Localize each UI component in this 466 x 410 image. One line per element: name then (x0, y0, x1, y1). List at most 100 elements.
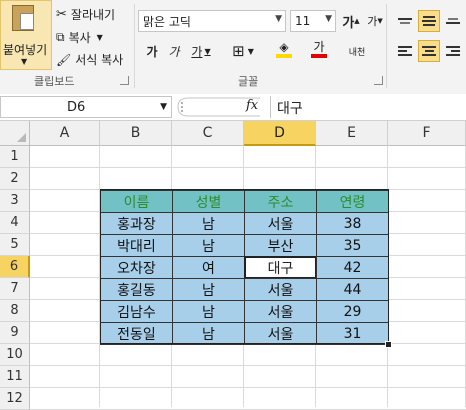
row-header-1[interactable]: 1 (0, 146, 30, 168)
chevron-down-icon: ▼ (247, 46, 254, 56)
table-cell[interactable]: 김남수 (100, 300, 173, 323)
row-header-2[interactable]: 2 (0, 168, 30, 190)
grow-font-button[interactable]: 가 ▲ (340, 10, 362, 32)
column-header-b[interactable]: B (100, 121, 172, 146)
column-header-a[interactable]: A (30, 121, 100, 146)
shrink-font-button[interactable]: 가 ▼ (364, 10, 386, 32)
active-cell[interactable]: 대구 (244, 256, 317, 279)
align-right-button[interactable] (442, 40, 464, 62)
chevron-down-icon: ▼ (325, 14, 332, 24)
format-painter-label: 서식 복사 (75, 53, 124, 67)
table-cell[interactable]: 남 (172, 322, 245, 345)
column-header-e[interactable]: E (316, 121, 388, 146)
chevron-down-icon: ▼ (204, 46, 211, 56)
table-cell[interactable]: 홍길동 (100, 278, 173, 301)
bold-button[interactable]: 가 (142, 40, 162, 62)
font-color-label: 가 (313, 40, 325, 54)
table-cell[interactable]: 서울 (244, 300, 317, 323)
table-cell[interactable]: 서울 (244, 278, 317, 301)
table-cell[interactable]: 여 (172, 256, 245, 279)
align-top-button[interactable] (394, 10, 416, 32)
formula-input[interactable]: 대구 (270, 96, 466, 118)
table-cell[interactable]: 전동일 (100, 322, 173, 345)
gridline (30, 365, 466, 366)
clipboard-launcher-icon[interactable] (120, 76, 129, 85)
table-header-cell[interactable]: 연령 (316, 190, 389, 213)
insert-function-icon[interactable]: fx (246, 98, 258, 113)
column-header-c[interactable]: C (172, 121, 244, 146)
font-color-button[interactable]: 가 (302, 38, 336, 60)
table-cell[interactable]: 남 (172, 278, 245, 301)
column-header-f[interactable]: F (388, 121, 466, 146)
fill-color-button[interactable]: ◈ (268, 38, 300, 60)
font-name-value: 맑은 고딕 (143, 14, 191, 29)
table-cell[interactable]: 44 (316, 278, 389, 301)
name-box-value: D6 (67, 100, 86, 115)
underline-label: 가 (191, 44, 203, 59)
italic-button[interactable]: 가 (164, 40, 184, 62)
fill-color-bar (276, 54, 292, 58)
copy-button[interactable]: ⧉ 복사 ▼ (56, 29, 103, 46)
scissors-icon: ✂ (56, 7, 67, 22)
table-cell[interactable]: 박대리 (100, 234, 173, 257)
align-left-button[interactable] (394, 40, 416, 62)
borders-button[interactable]: ⊞ ▼ (224, 40, 262, 62)
table-cell[interactable]: 부산 (244, 234, 317, 257)
select-all-corner[interactable] (0, 121, 30, 146)
cut-button[interactable]: ✂ 잘라내기 (56, 6, 115, 23)
row-header-10[interactable]: 10 (0, 344, 30, 366)
font-size-value: 11 (295, 14, 311, 28)
border-grid-icon: ⊞ (232, 42, 245, 60)
paste-label: 붙여넣기 (3, 43, 48, 57)
table-cell[interactable]: 서울 (244, 212, 317, 235)
table-cell[interactable]: 35 (316, 234, 389, 257)
name-box[interactable]: D6 ▼ (0, 96, 172, 118)
column-header-d[interactable]: D (244, 121, 316, 146)
copy-icon: ⧉ (56, 30, 65, 44)
table-cell[interactable]: 홍과장 (100, 212, 173, 235)
table-cell[interactable]: 29 (316, 300, 389, 323)
gridline (30, 387, 466, 388)
chevron-down-icon: ▼ (96, 33, 103, 42)
clipboard-icon (12, 5, 34, 31)
table-header-cell[interactable]: 이름 (100, 190, 173, 213)
ribbon: 붙여넣기 ▼ ✂ 잘라내기 ⧉ 복사 ▼ 🖌 서식 복사 클립보드 맑은 고딕 … (0, 0, 466, 95)
font-group-label: 글꼴 (238, 75, 259, 88)
table-header-cell[interactable]: 성별 (172, 190, 245, 213)
chevron-down-icon: ▼ (160, 102, 167, 112)
row-header-7[interactable]: 7 (0, 278, 30, 300)
align-bottom-button[interactable] (442, 10, 464, 32)
paste-button[interactable]: 붙여넣기 ▼ (0, 0, 52, 70)
table-cell[interactable]: 남 (172, 234, 245, 257)
format-painter-button[interactable]: 🖌 서식 복사 (56, 51, 123, 68)
table-cell[interactable]: 오차장 (100, 256, 173, 279)
chevron-down-icon: ▼ (275, 14, 282, 24)
row-header-4[interactable]: 4 (0, 212, 30, 234)
table-cell[interactable]: 남 (172, 212, 245, 235)
worksheet-grid[interactable]: A B C D E F 1 2 3 4 5 6 7 8 9 10 11 12 이름 성별 주소 연령 홍과장 남 서울 38 박대리… (0, 121, 466, 410)
table-cell[interactable]: 38 (316, 212, 389, 235)
font-launcher-icon[interactable] (374, 76, 383, 85)
table-cell[interactable]: 42 (316, 256, 389, 279)
underline-button[interactable]: 가 ▼ (186, 40, 216, 62)
table-header-cell[interactable]: 주소 (244, 190, 317, 213)
phonetic-button[interactable]: 내천 (342, 40, 372, 62)
chevron-down-icon: ▼ (21, 57, 28, 66)
phonetic-label: 내천 (348, 47, 366, 58)
row-header-8[interactable]: 8 (0, 300, 30, 322)
italic-label: 가 (168, 44, 180, 59)
align-center-button[interactable] (418, 40, 440, 62)
row-header-5[interactable]: 5 (0, 234, 30, 256)
font-size-select[interactable]: 11 ▼ (290, 10, 336, 32)
table-cell[interactable]: 남 (172, 300, 245, 323)
gridline (30, 167, 466, 168)
font-name-select[interactable]: 맑은 고딕 ▼ (138, 10, 286, 32)
row-header-9[interactable]: 9 (0, 322, 30, 344)
row-header-3[interactable]: 3 (0, 190, 30, 212)
row-header-6[interactable]: 6 (0, 256, 30, 278)
table-cell[interactable]: 31 (316, 322, 389, 345)
fill-handle[interactable] (385, 341, 392, 348)
row-header-11[interactable]: 11 (0, 366, 30, 388)
table-cell[interactable]: 서울 (244, 322, 317, 345)
align-middle-button[interactable] (418, 10, 440, 32)
